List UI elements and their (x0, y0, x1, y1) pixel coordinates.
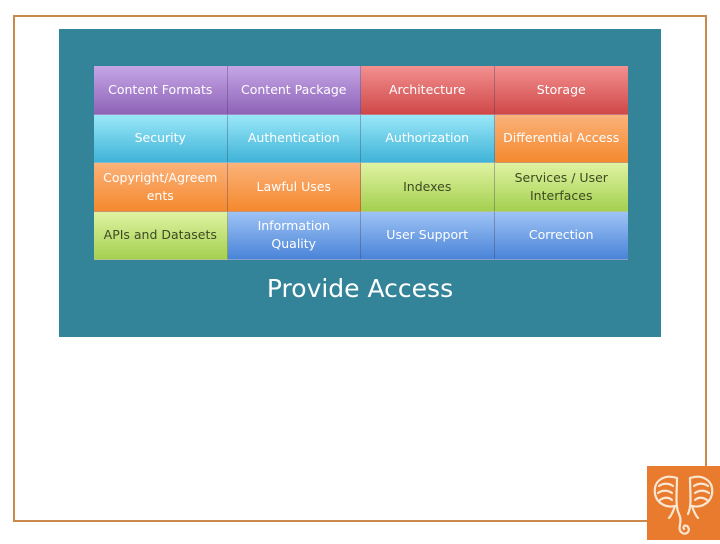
cell-user-support: User Support (361, 211, 495, 260)
elephant-icon (653, 475, 714, 535)
cell-lawful-uses: Lawful Uses (227, 163, 361, 212)
diagram-panel: Content Formats Content Package Architec… (59, 29, 661, 337)
diagram-title: Provide Access (266, 274, 454, 303)
cell-authorization: Authorization (361, 114, 495, 163)
cell-apis-and-datasets: APIs and Datasets (94, 211, 228, 260)
topic-grid: Content Formats Content Package Architec… (94, 66, 628, 260)
cell-storage: Storage (494, 66, 628, 115)
cell-correction: Correction (494, 211, 628, 260)
cell-differential-access: Differential Access (494, 114, 628, 163)
cell-copyright-agreements: Copyright/Agreem ents (94, 163, 228, 212)
cell-authentication: Authentication (227, 114, 361, 163)
cell-indexes: Indexes (361, 163, 495, 212)
logo (647, 466, 720, 540)
cell-content-package: Content Package (227, 66, 361, 115)
cell-content-formats: Content Formats (94, 66, 228, 115)
cell-information-quality: Information Quality (227, 211, 361, 260)
cell-services-user-interfaces: Services / User Interfaces (494, 163, 628, 212)
cell-security: Security (94, 114, 228, 163)
cell-architecture: Architecture (361, 66, 495, 115)
